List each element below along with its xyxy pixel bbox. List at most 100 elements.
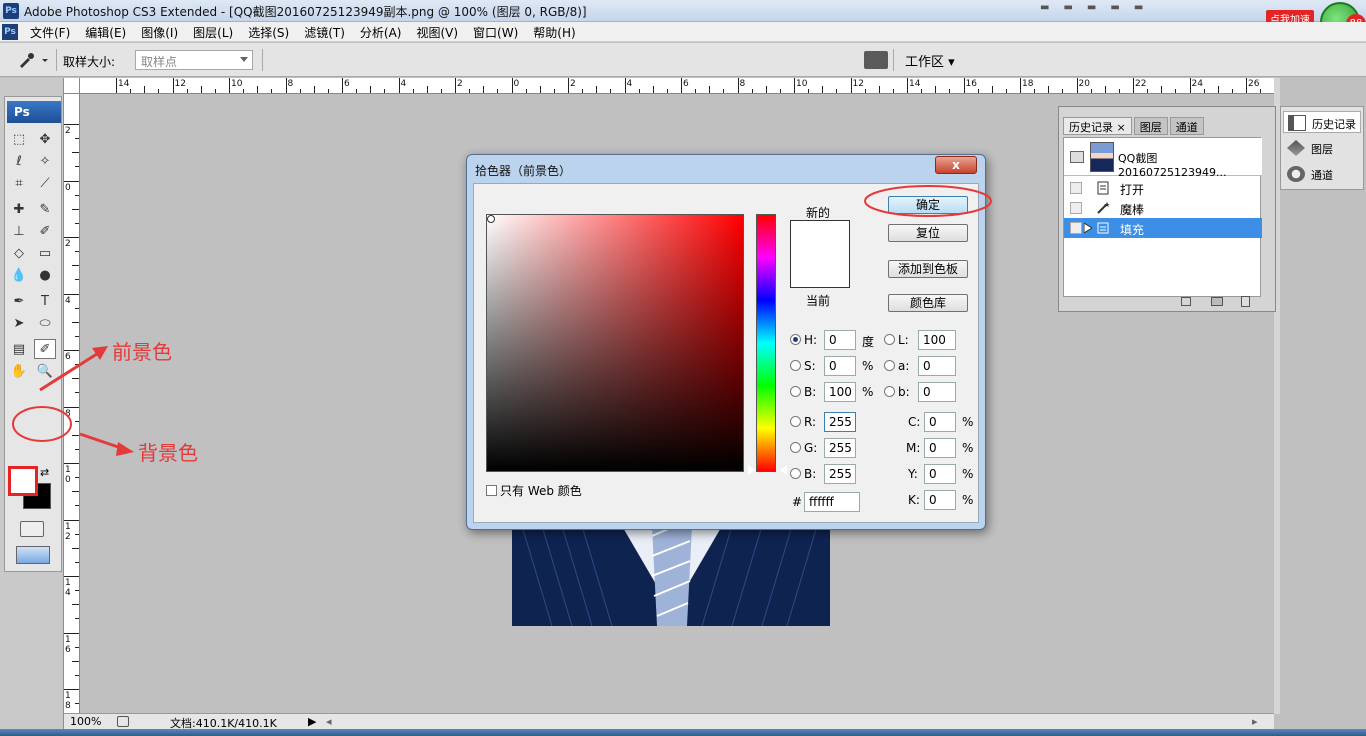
reset-button[interactable]: 复位 bbox=[888, 224, 968, 242]
brightness-radio[interactable] bbox=[790, 386, 801, 397]
tab-layers[interactable]: 图层 bbox=[1133, 117, 1168, 135]
lab-a-radio[interactable] bbox=[884, 360, 895, 371]
marquee-tool-icon[interactable]: ⬚ bbox=[8, 129, 30, 149]
menu-view[interactable]: 视图(V) bbox=[416, 24, 458, 41]
hue-slider[interactable] bbox=[756, 214, 776, 472]
close-button[interactable]: x bbox=[935, 156, 977, 174]
vertical-ruler[interactable]: 2 0 2 4 6 8 1 0 1 2 1 4 1 6 1 8 bbox=[64, 94, 80, 714]
blue-radio[interactable] bbox=[790, 468, 801, 479]
eraser-tool-icon[interactable]: ◇ bbox=[8, 243, 30, 263]
shape-tool-icon[interactable]: ⬭ bbox=[34, 313, 56, 333]
hue-input[interactable]: 0 bbox=[824, 330, 856, 350]
saturation-brightness-field[interactable] bbox=[486, 214, 744, 472]
hex-input[interactable]: ffffff bbox=[804, 492, 860, 512]
crop-tool-icon[interactable]: ⌗ bbox=[8, 173, 30, 193]
panel-button-history[interactable]: 历史记录 bbox=[1283, 111, 1361, 133]
panel-button-layers[interactable]: 图层 bbox=[1283, 137, 1361, 159]
magic-wand-tool-icon[interactable]: ✧ bbox=[34, 151, 56, 171]
hand-tool-icon[interactable]: ✋ bbox=[8, 361, 30, 381]
history-brush-tool-icon[interactable]: ✐ bbox=[34, 221, 56, 241]
color-field-marker[interactable] bbox=[487, 215, 495, 223]
green-radio[interactable] bbox=[790, 442, 801, 453]
zoom-level[interactable]: 100% bbox=[70, 715, 101, 728]
camera-snapshot-icon[interactable] bbox=[1211, 297, 1223, 306]
menu-file[interactable]: 文件(F) bbox=[30, 24, 70, 41]
brush-source-icon[interactable] bbox=[1070, 151, 1084, 163]
saturation-input[interactable]: 0 bbox=[824, 356, 856, 376]
menu-select[interactable]: 选择(S) bbox=[248, 24, 289, 41]
zoom-tool-icon[interactable]: 🔍 bbox=[34, 361, 56, 381]
hue-slider-left-arrow-icon[interactable] bbox=[748, 465, 755, 475]
brush-tool-icon[interactable]: ✎ bbox=[34, 199, 56, 219]
history-item[interactable]: 打开 bbox=[1064, 178, 1262, 198]
foreground-color-swatch[interactable] bbox=[8, 466, 38, 496]
ps-menu-icon[interactable]: Ps bbox=[2, 24, 18, 40]
bridge-icon[interactable] bbox=[864, 51, 888, 69]
tab-channels[interactable]: 通道 bbox=[1169, 117, 1204, 135]
horizontal-scroll-left-icon[interactable]: ◂ bbox=[326, 715, 332, 728]
panel-button-channels[interactable]: 通道 bbox=[1283, 163, 1361, 185]
ok-button[interactable]: 确定 bbox=[888, 196, 968, 214]
blur-tool-icon[interactable]: 💧 bbox=[8, 265, 30, 285]
history-source-checkbox[interactable] bbox=[1070, 182, 1082, 194]
tab-history[interactable]: 历史记录 × bbox=[1063, 117, 1132, 135]
type-tool-icon[interactable]: T bbox=[34, 291, 56, 311]
slice-tool-icon[interactable]: ⟋ bbox=[34, 173, 56, 193]
lab-l-radio[interactable] bbox=[884, 334, 895, 345]
healing-brush-tool-icon[interactable]: ✚ bbox=[8, 199, 30, 219]
menu-filter[interactable]: 滤镜(T) bbox=[304, 24, 345, 41]
lasso-tool-icon[interactable]: ℓ bbox=[8, 151, 30, 171]
current-color-swatch[interactable] bbox=[790, 256, 850, 288]
history-snapshot[interactable]: QQ截图20160725123949... bbox=[1064, 138, 1262, 179]
clone-stamp-tool-icon[interactable]: ⊥ bbox=[8, 221, 30, 241]
sample-size-select[interactable]: 取样点 bbox=[135, 50, 253, 70]
yellow-input[interactable]: 0 bbox=[924, 464, 956, 484]
blue-input[interactable]: 255 bbox=[824, 464, 856, 484]
gradient-tool-icon[interactable]: ▭ bbox=[34, 243, 56, 263]
lab-b-input[interactable]: 0 bbox=[918, 382, 956, 402]
menu-help[interactable]: 帮助(H) bbox=[533, 24, 575, 41]
menu-window[interactable]: 窗口(W) bbox=[473, 24, 518, 41]
lab-b-radio[interactable] bbox=[884, 386, 895, 397]
red-radio[interactable] bbox=[790, 416, 801, 427]
new-document-from-state-icon[interactable] bbox=[1181, 297, 1191, 306]
color-libraries-button[interactable]: 颜色库 bbox=[888, 294, 968, 312]
menu-edit[interactable]: 编辑(E) bbox=[85, 24, 126, 41]
magenta-input[interactable]: 0 bbox=[924, 438, 956, 458]
history-item-selected[interactable]: 填充 bbox=[1064, 218, 1262, 238]
eyedropper-preset-icon[interactable] bbox=[16, 51, 50, 69]
status-info-icon[interactable] bbox=[117, 716, 129, 727]
menu-analysis[interactable]: 分析(A) bbox=[360, 24, 402, 41]
workspace-menu[interactable]: 工作区 ▾ bbox=[905, 51, 955, 70]
window-control-4[interactable]: ▬ bbox=[1110, 2, 1119, 13]
window-control-3[interactable]: ▬ bbox=[1087, 2, 1096, 13]
pen-tool-icon[interactable]: ✒ bbox=[8, 291, 30, 311]
ruler-origin[interactable] bbox=[64, 78, 80, 94]
path-selection-tool-icon[interactable]: ➤ bbox=[8, 313, 30, 333]
dodge-tool-icon[interactable]: ● bbox=[34, 265, 56, 285]
status-menu-arrow-icon[interactable]: ▶ bbox=[308, 715, 316, 728]
eyedropper-tool-icon[interactable]: ✐ bbox=[34, 339, 56, 359]
quick-mask-icon[interactable] bbox=[20, 521, 44, 537]
hue-radio[interactable] bbox=[790, 334, 801, 345]
web-colors-only-checkbox[interactable]: 只有 Web 颜色 bbox=[486, 482, 582, 499]
notes-tool-icon[interactable]: ▤ bbox=[8, 339, 30, 359]
brightness-input[interactable]: 100 bbox=[824, 382, 856, 402]
history-item[interactable]: 魔棒 bbox=[1064, 198, 1262, 218]
history-source-checkbox[interactable] bbox=[1070, 202, 1082, 214]
green-input[interactable]: 255 bbox=[824, 438, 856, 458]
ps-home-button[interactable]: Ps bbox=[7, 101, 61, 123]
trash-icon[interactable] bbox=[1241, 296, 1250, 307]
window-control-2[interactable]: ▬ bbox=[1063, 2, 1072, 13]
horizontal-ruler[interactable]: 14 12 10 8 6 4 2 0 2 4 6 8 10 12 14 16 18 20 22 24 26 bbox=[80, 78, 1274, 94]
horizontal-scroll-right-icon[interactable]: ▸ bbox=[1252, 715, 1258, 728]
menu-layer[interactable]: 图层(L) bbox=[193, 24, 233, 41]
red-input[interactable]: 255 bbox=[824, 412, 856, 432]
lab-a-input[interactable]: 0 bbox=[918, 356, 956, 376]
lab-l-input[interactable]: 100 bbox=[918, 330, 956, 350]
history-source-checkbox[interactable] bbox=[1070, 222, 1082, 234]
checkbox-box[interactable] bbox=[486, 485, 497, 496]
window-control-5[interactable]: ▬ bbox=[1134, 2, 1143, 13]
menu-image[interactable]: 图像(I) bbox=[141, 24, 178, 41]
hue-slider-right-arrow-icon[interactable] bbox=[780, 465, 787, 475]
